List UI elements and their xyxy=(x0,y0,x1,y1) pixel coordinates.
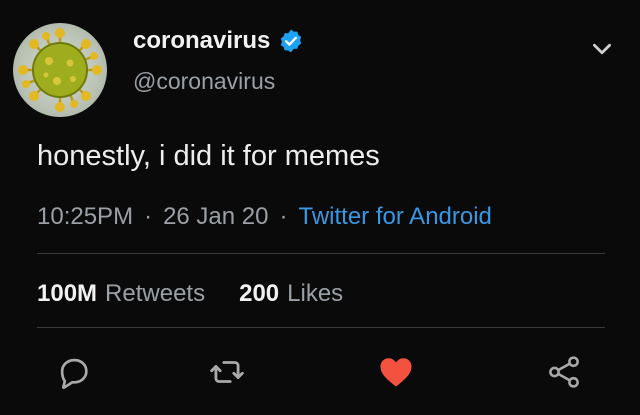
user-handle[interactable]: @coronavirus xyxy=(133,68,275,95)
virus-icon xyxy=(18,28,102,112)
retweets-count: 100M xyxy=(37,280,98,307)
display-name[interactable]: coronavirus xyxy=(133,27,304,55)
reply-button[interactable] xyxy=(55,353,93,391)
chevron-down-icon[interactable] xyxy=(589,36,615,62)
divider xyxy=(37,253,605,254)
share-icon xyxy=(549,356,579,388)
share-button[interactable] xyxy=(545,353,583,391)
heart-icon xyxy=(380,358,412,387)
retweet-button[interactable] xyxy=(208,353,246,391)
tweet-card: coronavirus @coronavirus honestly, i did… xyxy=(0,0,640,415)
retweets-label: Retweets xyxy=(105,280,206,307)
like-button[interactable] xyxy=(377,353,415,391)
divider xyxy=(37,327,605,328)
tweet-client-link[interactable]: Twitter for Android xyxy=(298,203,491,231)
tweet-stats: 100M Retweets 200 Likes xyxy=(37,280,343,308)
likes-count: 200 xyxy=(239,280,280,307)
likes-label: Likes xyxy=(287,280,344,307)
likes-stat[interactable]: 200 Likes xyxy=(239,280,343,308)
tweet-date[interactable]: 26 Jan 20 xyxy=(163,203,268,231)
meta-separator: · xyxy=(144,203,153,230)
meta-separator: · xyxy=(279,203,288,230)
tweet-text: honestly, i did it for memes xyxy=(37,140,380,172)
verified-badge-icon xyxy=(278,28,304,54)
avatar[interactable] xyxy=(13,23,107,117)
reply-icon xyxy=(60,358,88,389)
display-name-text[interactable]: coronavirus xyxy=(133,27,270,55)
tweet-meta: 10:25PM · 26 Jan 20 · Twitter for Androi… xyxy=(37,203,492,231)
tweet-time[interactable]: 10:25PM xyxy=(37,203,133,231)
retweet-icon xyxy=(210,361,244,383)
retweets-stat[interactable]: 100M Retweets xyxy=(37,280,205,308)
